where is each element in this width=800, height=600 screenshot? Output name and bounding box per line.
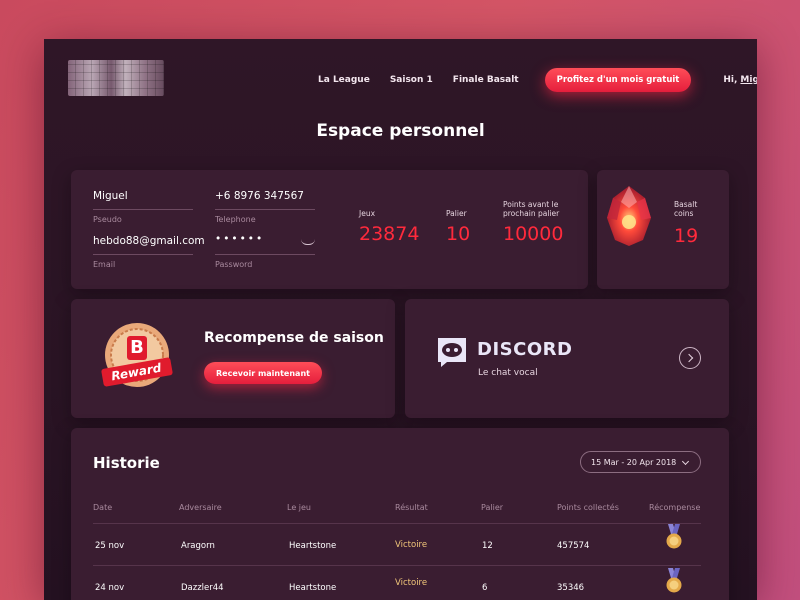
cell-palier: 6 <box>482 583 488 593</box>
discord-name: DISCORD <box>477 339 573 360</box>
brand-logo[interactable] <box>68 60 164 96</box>
email-field[interactable]: hebdo88@gmail.com Email <box>93 235 205 269</box>
free-month-button[interactable]: Profitez d'un mois gratuit <box>544 68 692 92</box>
cell-date: 25 nov <box>95 541 125 551</box>
coins-label: Basalt coins <box>674 200 698 218</box>
medal-icon <box>666 568 682 593</box>
pseudo-field[interactable]: Miguel Pseudo <box>93 190 193 224</box>
coins-card: Basalt coins 19 <box>597 170 729 289</box>
cell-result: Victoire <box>395 578 428 588</box>
column-header: Récompense <box>649 503 701 512</box>
nav-link-finale[interactable]: Finale Basalt <box>453 75 519 85</box>
receive-now-button[interactable]: Recevoir maintenant <box>204 362 322 384</box>
column-header: Date <box>93 503 113 512</box>
chevron-down-icon[interactable] <box>681 457 690 466</box>
cell-opponent: Dazzler44 <box>181 583 224 593</box>
password-value[interactable]: •••••• <box>215 233 315 245</box>
crystal-icon <box>607 186 651 246</box>
row-divider <box>93 523 701 524</box>
pseudo-value[interactable]: Miguel <box>93 190 193 202</box>
row-divider <box>93 565 701 566</box>
phone-label: Telephone <box>215 215 256 224</box>
date-range-select[interactable]: 15 Mar - 20 Apr 2018 <box>580 451 701 473</box>
stat-value: 23874 <box>359 223 420 245</box>
cell-points: 35346 <box>557 583 585 593</box>
column-header: Points collectés <box>557 503 619 512</box>
stat-points: Points avant le prochain palier 10000 <box>503 200 573 245</box>
cell-palier: 12 <box>482 541 493 551</box>
cell-points: 457574 <box>557 541 590 551</box>
discord-card[interactable]: DISCORD Le chat vocal <box>405 299 729 418</box>
medal-icon <box>666 524 682 549</box>
stat-palier: Palier 10 <box>446 209 470 245</box>
user-menu[interactable]: Hi, Miguell <box>723 75 757 85</box>
pseudo-label: Pseudo <box>93 215 122 224</box>
history-card: Historie 15 Mar - 20 Apr 2018 Date Adver… <box>71 428 729 600</box>
column-header: Palier <box>481 503 504 512</box>
phone-field[interactable]: +6 8976 347567 Telephone <box>215 190 315 224</box>
app-window: La League Saison 1 Finale Basalt Profite… <box>44 39 757 600</box>
password-label: Password <box>215 260 253 269</box>
reward-title: Recompense de saison <box>204 330 384 346</box>
user-greeting: Hi, <box>723 75 738 85</box>
nav-link-league[interactable]: La League <box>318 75 370 85</box>
coins-value: 19 <box>674 225 699 247</box>
stat-value: 10 <box>446 223 471 245</box>
stat-label: Jeux <box>359 209 376 218</box>
discord-icon <box>438 338 466 367</box>
reward-card: B Reward Recompense de saison Recevoir m… <box>71 299 395 418</box>
column-header: Résultat <box>395 503 428 512</box>
nav-link-saison[interactable]: Saison 1 <box>390 75 433 85</box>
email-value[interactable]: hebdo88@gmail.com <box>93 235 205 247</box>
cell-game: Heartstone <box>289 583 337 593</box>
cell-result: Victoire <box>395 540 428 550</box>
cell-game: Heartstone <box>289 541 337 551</box>
profile-card: Miguel Pseudo +6 8976 347567 Telephone h… <box>71 170 588 289</box>
date-range-value: 15 Mar - 20 Apr 2018 <box>591 457 677 467</box>
stat-value: 10000 <box>503 223 564 245</box>
cell-date: 24 nov <box>95 583 125 593</box>
email-label: Email <box>93 260 116 269</box>
phone-value[interactable]: +6 8976 347567 <box>215 190 315 202</box>
history-title: Historie <box>93 454 160 472</box>
stat-label: Points avant le prochain palier <box>503 200 560 218</box>
user-name[interactable]: Miguell <box>740 75 757 85</box>
stat-jeux: Jeux 23874 <box>359 209 419 245</box>
column-header: Le jeu <box>287 503 311 512</box>
discord-subtitle: Le chat vocal <box>478 368 538 378</box>
password-field[interactable]: •••••• Password <box>215 233 315 269</box>
chevron-right-icon[interactable] <box>679 347 701 369</box>
cell-opponent: Aragorn <box>181 541 215 551</box>
column-header: Adversaire <box>179 503 222 512</box>
stat-label: Palier <box>446 209 467 218</box>
page-title: Espace personnel <box>316 121 485 141</box>
badge-letter: B <box>127 336 147 360</box>
top-nav: La League Saison 1 Finale Basalt Profite… <box>318 68 757 92</box>
